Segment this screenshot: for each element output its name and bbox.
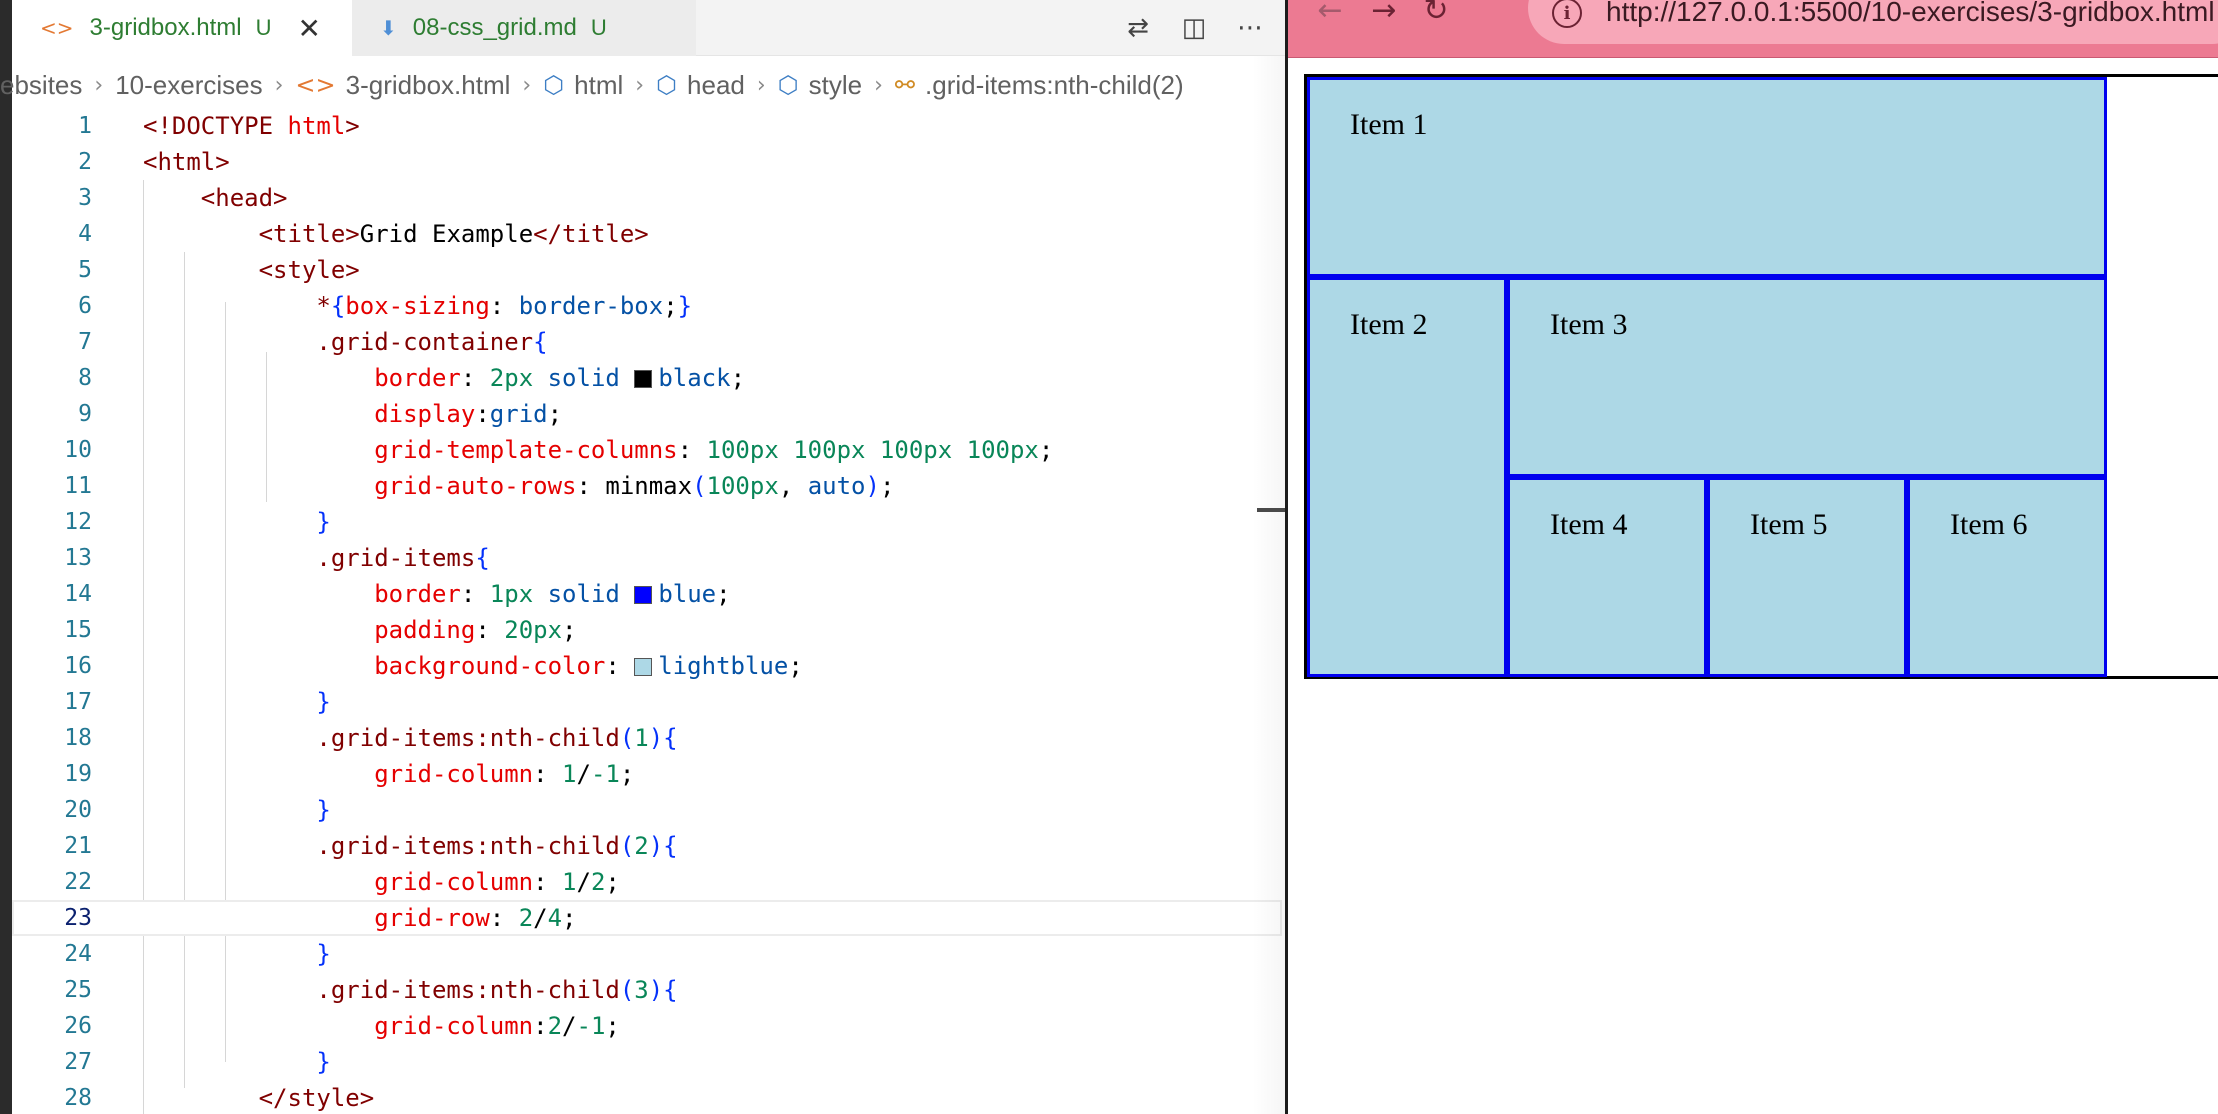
untracked-badge: U bbox=[590, 15, 607, 40]
code-line: 8 border: 2px solid black; bbox=[78, 364, 746, 392]
close-icon[interactable]: ✕ bbox=[297, 12, 320, 45]
code-line: 1 <!DOCTYPE html> bbox=[78, 112, 360, 140]
tab-3-gridbox-html[interactable]: <> 3-gridbox.html U ✕ bbox=[12, 0, 352, 56]
code-line: 6 *{box-sizing: border-box;} bbox=[78, 292, 693, 320]
tab-label: 3-gridbox.html bbox=[89, 14, 242, 41]
breadcrumb: ebsites › 10-exercises › <> 3-gridbox.htm… bbox=[0, 62, 1184, 108]
chevron-right-icon: › bbox=[274, 72, 284, 98]
chevron-right-icon: › bbox=[522, 72, 532, 98]
code-line: 9 display:grid; bbox=[78, 400, 563, 428]
split-editor-icon[interactable]: ◫ bbox=[1177, 11, 1211, 45]
markdown-file-icon: ⬇ bbox=[380, 16, 397, 40]
untracked-badge: U bbox=[255, 15, 272, 40]
scrollbar-track[interactable] bbox=[1252, 56, 1285, 1114]
breadcrumb-item[interactable]: ⬡ head bbox=[656, 70, 745, 101]
code-line: 20 } bbox=[64, 796, 331, 824]
code-lines[interactable]: 1 <!DOCTYPE html> 2 <html> 3 <head> 4 <tit… bbox=[12, 108, 1285, 1114]
code-line: 28 </style> bbox=[64, 1084, 375, 1112]
cube-icon: ⬡ bbox=[656, 71, 678, 99]
breadcrumb-item[interactable]: <> 3-gridbox.html bbox=[295, 70, 510, 101]
code-line: 13 .grid-items{ bbox=[64, 544, 490, 572]
code-line: 25 .grid-items:nth-child(3){ bbox=[64, 976, 678, 1004]
tab-08-css-grid-md[interactable]: ⬇ 08-css_grid.md U bbox=[352, 0, 696, 56]
editor-actions: ⇄ ◫ ⋯ bbox=[1121, 0, 1267, 56]
chevron-right-icon: › bbox=[874, 72, 883, 98]
forward-arrow-icon[interactable]: → bbox=[1364, 0, 1404, 26]
breadcrumb-item[interactable]: ⚯ .grid-items:nth-child(2) bbox=[895, 70, 1184, 101]
code-line: 18 .grid-items:nth-child(1){ bbox=[64, 724, 678, 752]
page-viewport: Item 1 Item 2 Item 3 Item 4 Item 5 Item … bbox=[1288, 58, 2218, 1114]
cube-icon: ⬡ bbox=[543, 71, 565, 99]
chevron-right-icon: › bbox=[635, 72, 645, 98]
code-line: 3 <head> bbox=[78, 184, 288, 212]
color-swatch-lightblue[interactable] bbox=[634, 658, 653, 676]
code-line: 27 } bbox=[64, 1048, 331, 1076]
html-file-icon: <> bbox=[295, 71, 336, 99]
code-line: 11 grid-auto-rows: minmax(100px, auto); bbox=[64, 472, 895, 500]
grid-item-6: Item 6 bbox=[1907, 477, 2107, 677]
selector-icon: ⚯ bbox=[894, 71, 916, 99]
browser-window: ← → ↻ i http://127.0.0.1:5500/10-exercis… bbox=[1288, 0, 2218, 1114]
grid-item-1: Item 1 bbox=[1307, 77, 2107, 277]
current-code-line: 23 grid-row: 2/4; bbox=[12, 900, 1282, 936]
code-line: 19 grid-column: 1/-1; bbox=[64, 760, 635, 788]
code-line: 4 <title>Grid Example</title> bbox=[78, 220, 649, 248]
grid-item-5: Item 5 bbox=[1707, 477, 1907, 677]
breadcrumb-item[interactable]: ⬡ style bbox=[778, 70, 862, 101]
compare-changes-icon[interactable]: ⇄ bbox=[1121, 11, 1155, 45]
code-line: 22 grid-column: 1/2; bbox=[64, 868, 620, 896]
grid-item-4: Item 4 bbox=[1507, 477, 1707, 677]
color-swatch-blue[interactable] bbox=[634, 586, 653, 604]
url-text: http://127.0.0.1:5500/10-exercises/3-gri… bbox=[1606, 0, 2215, 27]
code-line: 10 grid-template-columns: 100px 100px 10… bbox=[64, 436, 1054, 464]
more-actions-icon[interactable]: ⋯ bbox=[1233, 11, 1267, 45]
code-line: 21 .grid-items:nth-child(2){ bbox=[64, 832, 678, 860]
breadcrumb-item[interactable]: ebsites bbox=[0, 70, 82, 101]
code-line: 24 } bbox=[64, 940, 331, 968]
address-bar[interactable]: i http://127.0.0.1:5500/10-exercises/3-g… bbox=[1528, 0, 2218, 44]
code-editor: <> 3-gridbox.html U ✕ ⬇ 08-css_grid.md U… bbox=[0, 0, 1285, 1114]
code-line: 17 } bbox=[64, 688, 331, 716]
site-info-icon[interactable]: i bbox=[1552, 0, 1582, 28]
editor-tab-bar: <> 3-gridbox.html U ✕ ⬇ 08-css_grid.md U… bbox=[12, 0, 1285, 56]
grid-item-3: Item 3 bbox=[1507, 277, 2107, 477]
chevron-right-icon: › bbox=[94, 72, 104, 98]
back-arrow-icon[interactable]: ← bbox=[1310, 0, 1350, 26]
cube-icon: ⬡ bbox=[777, 71, 799, 99]
code-line: 12 } bbox=[64, 508, 331, 536]
grid-item-2: Item 2 bbox=[1307, 277, 1507, 677]
html-file-icon: <> bbox=[40, 16, 74, 40]
code-line: 7 .grid-container{ bbox=[78, 328, 548, 356]
code-line: 14 border: 1px solid blue; bbox=[64, 580, 731, 608]
color-swatch-black[interactable] bbox=[634, 370, 653, 388]
code-line: 15 padding: 20px; bbox=[64, 616, 577, 644]
breadcrumb-item[interactable]: ⬡ html bbox=[543, 70, 623, 101]
code-line: 5 <style> bbox=[78, 256, 360, 284]
tab-label: 08-css_grid.md bbox=[412, 14, 577, 41]
code-line: 16 background-color: lightblue; bbox=[64, 652, 803, 680]
scrollbar-cursor-marker bbox=[1257, 508, 1285, 512]
grid-container: Item 1 Item 2 Item 3 Item 4 Item 5 Item … bbox=[1304, 74, 2218, 679]
chevron-right-icon: › bbox=[756, 72, 766, 98]
activity-bar-edge bbox=[0, 0, 12, 1114]
breadcrumb-item[interactable]: 10-exercises bbox=[115, 70, 262, 101]
browser-toolbar: ← → ↻ i http://127.0.0.1:5500/10-exercis… bbox=[1288, 0, 2218, 58]
code-line: 2 <html> bbox=[78, 148, 230, 176]
code-line: 26 grid-column:2/-1; bbox=[64, 1012, 620, 1040]
reload-icon[interactable]: ↻ bbox=[1416, 0, 1456, 26]
